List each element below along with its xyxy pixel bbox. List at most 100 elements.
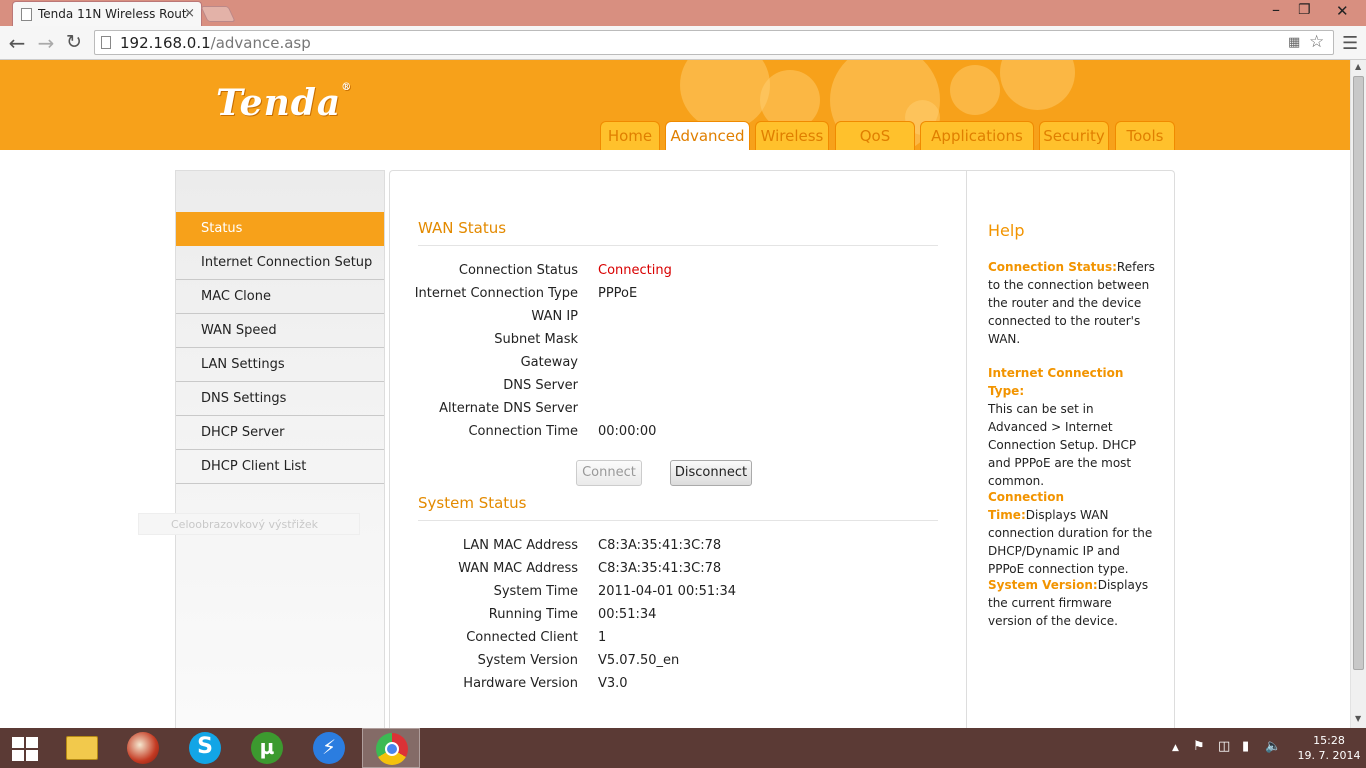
browser-tab[interactable]: Tenda 11N Wireless Route ×	[12, 1, 202, 26]
help-key: Internet Connection Type:	[988, 366, 1124, 398]
url-host: 192.168.0.1	[120, 34, 211, 52]
battery-icon[interactable]: ▮	[1242, 739, 1249, 754]
running-time-value: 00:51:34	[598, 607, 657, 622]
scroll-thumb[interactable]	[1353, 76, 1364, 670]
page-icon	[101, 36, 111, 49]
browser-titlebar: Tenda 11N Wireless Route × – ❐ ✕	[0, 0, 1366, 26]
chrome-menu-icon[interactable]: ☰	[1342, 33, 1358, 54]
address-url[interactable]: 192.168.0.1/advance.asp	[120, 34, 311, 52]
row-label: Subnet Mask	[494, 332, 578, 347]
taskbar-skype[interactable]: S	[176, 728, 234, 768]
tab-home[interactable]: Home	[600, 121, 660, 150]
help-key: System Version:	[988, 578, 1098, 592]
restore-icon[interactable]: ❐	[1298, 2, 1311, 18]
ccleaner-icon	[127, 732, 159, 764]
taskbar-ccleaner[interactable]	[114, 728, 172, 768]
reload-icon[interactable]: ↻	[62, 31, 86, 53]
address-bar[interactable]: 192.168.0.1/advance.asp ▦ ☆	[94, 30, 1334, 55]
help-connection-status: Connection Status:Refers to the connecti…	[988, 258, 1156, 348]
windows-taskbar: S µ ⚡ ▲ ⚑ ◫ ▮ 🔈 15:28 19. 7. 2014	[0, 728, 1366, 768]
bookmark-star-icon[interactable]: ☆	[1309, 32, 1324, 52]
connect-button[interactable]: Connect	[576, 460, 642, 486]
system-status-title: System Status	[418, 494, 527, 512]
tab-security[interactable]: Security	[1039, 121, 1109, 150]
tab-wireless[interactable]: Wireless	[755, 121, 829, 150]
windows-logo-icon	[12, 737, 38, 761]
sidebar-item-lan-settings[interactable]: LAN Settings	[176, 348, 384, 382]
screen-clip-tooltip: Celoobrazovkový výstřižek	[138, 513, 360, 535]
decor-bubble	[680, 60, 770, 130]
minimize-icon[interactable]: –	[1272, 0, 1280, 19]
taskbar-chrome[interactable]	[362, 728, 420, 768]
taskbar-utorrent[interactable]: µ	[238, 728, 296, 768]
forward-arrow-icon[interactable]: →	[34, 31, 58, 55]
row-label: Hardware Version	[463, 676, 578, 691]
row-label: Gateway	[520, 355, 578, 370]
help-divider	[966, 171, 967, 728]
lan-mac-value: C8:3A:35:41:3C:78	[598, 538, 722, 553]
sidebar-item-status[interactable]: Status	[176, 212, 384, 246]
wan-status-title: WAN Status	[418, 219, 507, 237]
wan-mac-value: C8:3A:35:41:3C:78	[598, 561, 722, 576]
new-tab-button[interactable]	[200, 6, 236, 22]
system-version-value: V5.07.50_en	[598, 653, 680, 668]
tenda-logo: Tenda®	[216, 82, 352, 124]
sidebar-item-dns-settings[interactable]: DNS Settings	[176, 382, 384, 416]
clock-time: 15:28	[1313, 734, 1345, 747]
decor-bubble	[1000, 60, 1075, 110]
row-label: LAN MAC Address	[462, 538, 578, 553]
sidebar-item-wan-speed[interactable]: WAN Speed	[176, 314, 384, 348]
url-path: /advance.asp	[210, 34, 311, 52]
lightning-icon: ⚡	[313, 732, 345, 764]
connection-type-value: PPPoE	[598, 286, 638, 301]
taskbar-explorer[interactable]	[52, 728, 110, 768]
row-label: Alternate DNS Server	[439, 401, 578, 416]
window-close-icon[interactable]: ✕	[1336, 2, 1349, 20]
tab-advanced[interactable]: Advanced	[665, 121, 750, 150]
row-label: Connection Time	[468, 424, 578, 439]
row-label: DNS Server	[503, 378, 578, 393]
content-panel: WAN Status Connection Status Connecting …	[389, 170, 1175, 728]
tray-expand-icon[interactable]: ▲	[1172, 743, 1179, 753]
tab-applications[interactable]: Applications	[920, 121, 1034, 150]
sidebar-item-dhcp-server[interactable]: DHCP Server	[176, 416, 384, 450]
utorrent-icon: µ	[251, 732, 283, 764]
hardware-version-value: V3.0	[598, 676, 628, 691]
row-label: System Version	[477, 653, 578, 668]
help-connection-time: Connection Time:Displays WAN connection …	[988, 488, 1156, 578]
disconnect-button[interactable]: Disconnect	[670, 460, 752, 486]
page-scrollbar[interactable]: ▲ ▼	[1350, 60, 1366, 728]
volume-icon[interactable]: 🔈	[1265, 739, 1281, 754]
row-label: System Time	[493, 584, 578, 599]
sidebar-item-internet-connection-setup[interactable]: Internet Connection Setup	[176, 246, 384, 280]
section-divider	[418, 520, 938, 521]
decor-bubble	[950, 65, 1000, 115]
system-time-value: 2011-04-01 00:51:34	[598, 584, 737, 599]
sidebar-item-mac-clone[interactable]: MAC Clone	[176, 280, 384, 314]
tab-qos[interactable]: QoS	[835, 121, 915, 150]
help-connection-type: Internet Connection Type: This can be set…	[988, 364, 1156, 490]
row-label: Running Time	[488, 607, 578, 622]
logo-text: Tenda	[216, 82, 342, 124]
translate-icon[interactable]: ▦	[1288, 35, 1300, 50]
clock-date: 19. 7. 2014	[1297, 749, 1361, 762]
system-clock[interactable]: 15:28 19. 7. 2014	[1296, 733, 1362, 763]
action-center-flag-icon[interactable]: ⚑	[1193, 739, 1205, 754]
scroll-up-icon[interactable]: ▲	[1355, 62, 1361, 71]
start-button[interactable]	[0, 728, 58, 768]
network-icon[interactable]: ◫	[1218, 739, 1230, 754]
help-text: This can be set in Advanced > Internet C…	[988, 402, 1137, 488]
sidebar-item-dhcp-client-list[interactable]: DHCP Client List	[176, 450, 384, 484]
tab-tools[interactable]: Tools	[1115, 121, 1175, 150]
page-icon	[21, 8, 32, 21]
chrome-icon	[376, 733, 408, 765]
taskbar-flashget[interactable]: ⚡	[300, 728, 358, 768]
back-arrow-icon[interactable]: ←	[5, 31, 29, 55]
scroll-down-icon[interactable]: ▼	[1355, 714, 1361, 723]
browser-toolbar: ← → ↻ 192.168.0.1/advance.asp ▦ ☆ ☰	[0, 26, 1366, 60]
help-key: Connection Status:	[988, 260, 1117, 274]
tab-close-icon[interactable]: ×	[184, 6, 195, 21]
row-label: Connected Client	[466, 630, 578, 645]
help-system-version: System Version:Displays the current firm…	[988, 576, 1156, 630]
logo-registered-mark: ®	[341, 82, 353, 93]
